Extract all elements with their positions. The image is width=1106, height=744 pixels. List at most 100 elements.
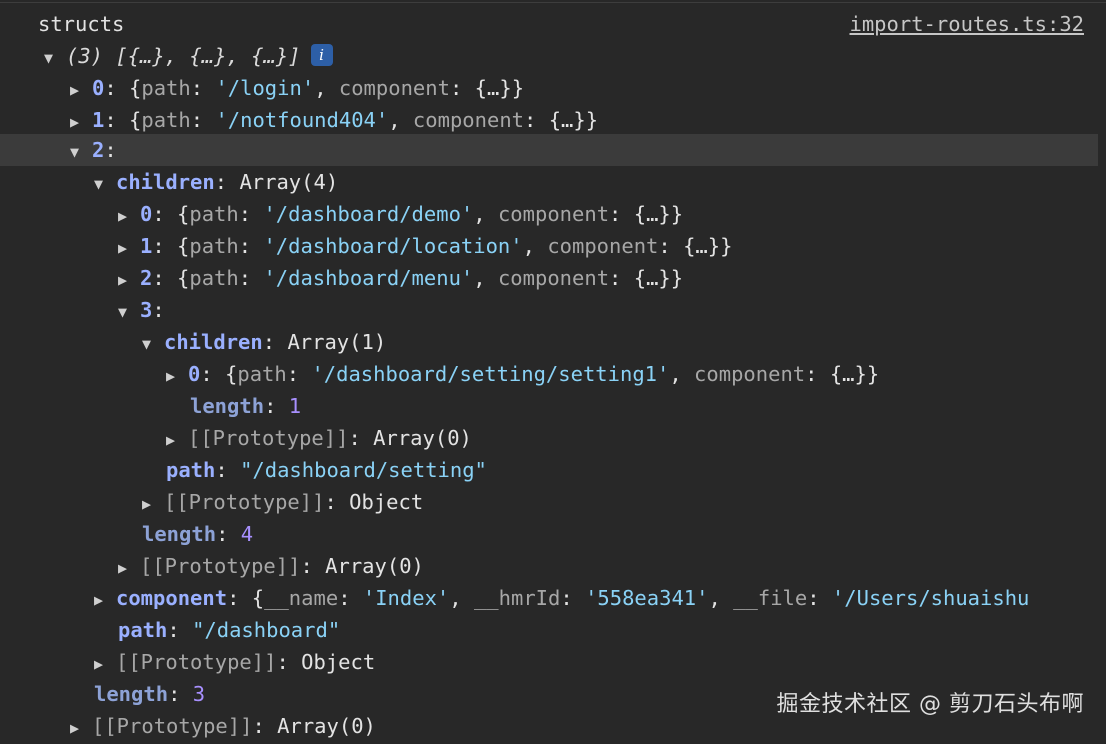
prop-key: component [412, 108, 525, 132]
path-row: path: "/dashboard" [118, 618, 341, 642]
length-value: 3 [192, 682, 206, 706]
tree-item-2[interactable]: 2: [0, 134, 1098, 166]
length-key: length [190, 394, 265, 418]
expand-triangle-icon[interactable] [44, 42, 66, 74]
component-row[interactable]: component: {__name: 'Index', __hmrId: '5… [0, 582, 1106, 614]
collapse-triangle-icon[interactable] [118, 552, 140, 584]
path-row: path: "/dashboard/setting" [166, 458, 487, 482]
prototype-row[interactable]: [[Prototype]]: Array(0) [0, 550, 1106, 582]
component-value: {…} [829, 362, 867, 386]
collapse-triangle-icon[interactable] [166, 360, 188, 392]
length-key: length [142, 522, 217, 546]
path-value: "/dashboard/setting" [240, 458, 487, 482]
item-key: 0 [92, 76, 105, 100]
length-row: length: 4 [142, 522, 254, 546]
prototype-key: [[Prototype]] [92, 714, 253, 738]
path-value: '/login' [215, 76, 315, 100]
prop-key: component [547, 234, 659, 258]
console-divider [0, 2, 1106, 3]
prop-key: __file [733, 586, 808, 610]
prototype-value: Object [349, 490, 424, 514]
child-item-2[interactable]: 2: {path: '/dashboard/menu', component: … [0, 262, 1106, 294]
component-value: {…} [683, 234, 721, 258]
collapse-triangle-icon[interactable] [118, 232, 140, 264]
children-value: Array(4) [239, 170, 339, 194]
collapse-triangle-icon[interactable] [94, 584, 116, 616]
expand-triangle-icon[interactable] [94, 168, 116, 200]
prototype-key: [[Prototype]] [188, 426, 349, 450]
grandchild-item-0[interactable]: 0: {path: '/dashboard/setting/setting1',… [0, 358, 1106, 390]
expand-triangle-icon[interactable] [142, 328, 164, 360]
prop-key: path [141, 76, 191, 100]
children-row[interactable]: children: Array(4) [0, 166, 1106, 198]
prototype-row[interactable]: [[Prototype]]: Object [0, 486, 1106, 518]
prop-key: path [189, 234, 239, 258]
item-key: 1 [140, 234, 153, 258]
collapse-triangle-icon[interactable] [94, 648, 116, 680]
prototype-key: [[Prototype]] [116, 650, 277, 674]
path-value: '/dashboard/location' [263, 234, 523, 258]
expand-triangle-icon[interactable] [70, 136, 92, 168]
nested-children-row[interactable]: children: Array(1) [0, 326, 1106, 358]
source-link[interactable]: import-routes.ts:32 [850, 8, 1085, 40]
child-item-1[interactable]: 1: {path: '/dashboard/location', compone… [0, 230, 1106, 262]
component-value: {…} [633, 202, 671, 226]
prototype-row[interactable]: [[Prototype]]: Object [0, 646, 1106, 678]
item-key: 2 [140, 266, 153, 290]
collapse-triangle-icon[interactable] [70, 74, 92, 106]
component-value: {…} [633, 266, 671, 290]
prototype-value: Array(0) [325, 554, 424, 578]
item-key: 0 [188, 362, 201, 386]
prop-key: component [694, 362, 806, 386]
child-item-3[interactable]: 3: [0, 294, 1106, 326]
collapse-triangle-icon[interactable] [142, 488, 164, 520]
path-value: '/dashboard/menu' [263, 266, 474, 290]
prop-key: component [338, 76, 450, 100]
path-key: path [118, 618, 168, 642]
log-label: structs [38, 12, 125, 36]
children-key: children [116, 170, 215, 194]
root-array-row[interactable]: (3) [{…}, {…}, {…}] i [0, 40, 1106, 72]
item-key: 0 [140, 202, 153, 226]
component-key: component [116, 586, 228, 610]
prototype-value: Array(0) [373, 426, 472, 450]
path-value: '/dashboard/setting/setting1' [311, 362, 670, 386]
prototype-value: Object [301, 650, 376, 674]
length-value: 1 [288, 394, 302, 418]
tree-item-0[interactable]: 0: {path: '/login', component: {…}} [0, 72, 1106, 104]
watermark: 掘金技术社区 @ 剪刀石头布啊 [776, 692, 1084, 717]
path-value: '/dashboard/demo' [263, 202, 474, 226]
collapse-triangle-icon[interactable] [118, 200, 140, 232]
prop-key: __hmrId [473, 586, 561, 610]
prop-key: path [189, 266, 239, 290]
name-value: 'Index' [362, 586, 450, 610]
prop-key: path [237, 362, 287, 386]
collapse-triangle-icon[interactable] [70, 712, 92, 744]
prototype-value: Array(0) [277, 714, 376, 738]
prototype-key: [[Prototype]] [164, 490, 325, 514]
info-icon[interactable]: i [310, 44, 333, 66]
prop-key: __name [264, 586, 339, 610]
collapse-triangle-icon[interactable] [118, 264, 140, 296]
item-key: 1 [92, 108, 105, 132]
prop-key: component [497, 202, 610, 226]
expand-triangle-icon[interactable] [118, 296, 140, 328]
item-key: 2 [92, 138, 105, 162]
array-summary: (3) [{…}, {…}, {…}] [66, 44, 301, 68]
prop-key: component [497, 266, 610, 290]
length-value: 4 [240, 522, 254, 546]
path-key: path [166, 458, 216, 482]
children-key: children [164, 330, 263, 354]
path-value: '/notfound404' [215, 108, 389, 132]
file-value: '/Users/shuaishu [831, 586, 1030, 610]
tree-item-1[interactable]: 1: {path: '/notfound404', component: {…}… [0, 104, 1106, 136]
child-item-0[interactable]: 0: {path: '/dashboard/demo', component: … [0, 198, 1106, 230]
length-row: length: 1 [190, 394, 302, 418]
hmr-value: '558ea341' [585, 586, 709, 610]
prototype-key: [[Prototype]] [140, 554, 301, 578]
prop-key: path [141, 108, 191, 132]
collapse-triangle-icon[interactable] [166, 424, 188, 456]
prototype-row[interactable]: [[Prototype]]: Array(0) [0, 422, 1106, 454]
path-value: "/dashboard" [192, 618, 341, 642]
length-key: length [94, 682, 169, 706]
